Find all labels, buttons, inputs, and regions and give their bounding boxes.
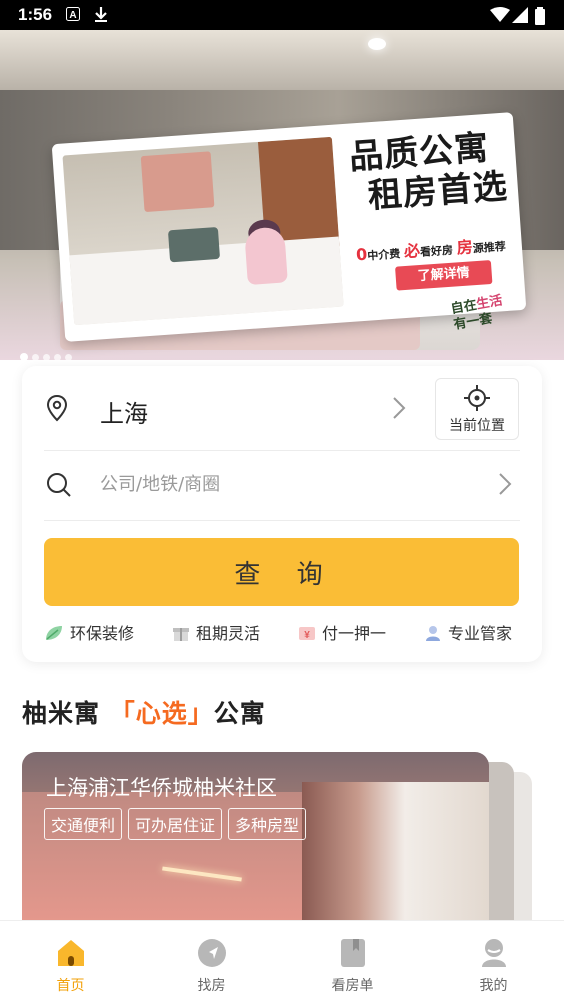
city-name[interactable]: 上海 [100, 394, 148, 429]
search-input[interactable] [100, 468, 480, 500]
current-location-button[interactable]: 当前位置 [435, 378, 519, 440]
promo-fang: 房 [456, 237, 474, 258]
banner-pagination [20, 346, 76, 360]
section-title-quote-close: 」 [187, 699, 214, 728]
promo-must: 必 [403, 240, 421, 262]
status-time: 1:56 [18, 5, 53, 24]
wifi-icon [490, 7, 510, 22]
apartment-tag: 可办居住证 [128, 808, 223, 840]
apartment-photo-curtain [302, 782, 489, 942]
chevron-right-icon [393, 397, 406, 419]
pagination-dot[interactable] [65, 354, 72, 360]
section-title: 柚米寓 「心选」公寓 [22, 694, 266, 730]
section-title-highlight: 心选 [135, 699, 188, 728]
search-row[interactable] [22, 450, 542, 520]
photo-pillow [167, 226, 221, 263]
money-icon: ¥ [299, 627, 315, 641]
nav-home[interactable]: 首页 [0, 921, 141, 1005]
feature-label: 专业管家 [448, 624, 513, 643]
status-bar: 1:56 A [0, 0, 564, 30]
photo-girl [244, 226, 288, 286]
apartment-title: 上海浦江华侨城柚米社区 [46, 776, 277, 800]
battery-icon [535, 7, 545, 25]
feature-label: 付一押一 [322, 624, 387, 643]
learn-more-button[interactable]: 了解详情 [395, 260, 493, 291]
bookmark-icon [341, 939, 365, 967]
feature-item: 专业管家 [424, 622, 512, 646]
banner-title: 品质公寓 租房首选 [348, 127, 509, 218]
crosshair-icon [464, 385, 490, 411]
keyboard-a-icon: A [66, 7, 80, 21]
banner-photo [62, 136, 344, 326]
home-icon [58, 940, 84, 966]
download-icon [95, 7, 107, 22]
feature-item: 租期灵活 [172, 622, 260, 646]
person-icon [426, 626, 440, 641]
apartment-card[interactable]: 上海浦江华侨城柚米社区 交通便利 可办居住证 多种房型 [22, 752, 489, 942]
navigate-icon [198, 939, 226, 967]
pagination-dot[interactable] [32, 354, 39, 360]
nav-find[interactable]: 找房 [141, 921, 282, 1005]
feature-list: 环保装修 租期灵活 ¥ 付一押一 专业管家 [44, 622, 524, 646]
slogan-part2: 生活 [475, 293, 504, 313]
promo-banner[interactable]: 品质公寓 租房首选 0中介费 必看好房 房源推荐 了解详情 自在生活 有一套 [0, 30, 564, 360]
location-pin-icon [46, 394, 68, 422]
nav-label: 首页 [56, 978, 85, 994]
query-button[interactable]: 查 询 [44, 538, 519, 606]
apartment-tag: 交通便利 [44, 808, 123, 840]
signal-icon [512, 7, 528, 23]
svg-text:¥: ¥ [304, 630, 310, 641]
section-title-prefix: 柚米寓 [22, 699, 101, 728]
svg-text:A: A [69, 10, 76, 21]
search-card: 上海 当前位置 查 询 环保装修 [22, 366, 542, 662]
pagination-dot[interactable] [20, 353, 28, 360]
feature-item: ¥ 付一押一 [298, 622, 386, 646]
feature-item: 环保装修 [44, 622, 134, 646]
nav-profile[interactable]: 我的 [423, 921, 564, 1005]
promo-good: 看好房 [419, 243, 454, 259]
divider [44, 520, 520, 521]
banner-ceiling [0, 30, 564, 90]
feature-label: 环保装修 [70, 624, 135, 643]
nav-label: 我的 [479, 978, 508, 994]
bottom-navigation: 首页 找房 看房单 我的 [0, 920, 564, 1005]
nav-viewing-list[interactable]: 看房单 [282, 921, 423, 1005]
leaf-icon [46, 626, 62, 640]
photo-wall-art [140, 151, 215, 213]
feature-label: 租期灵活 [196, 624, 261, 643]
chevron-right-icon [499, 473, 512, 495]
ceiling-light [368, 38, 386, 50]
apartment-tags: 交通便利 可办居住证 多种房型 [44, 808, 312, 840]
gift-icon [173, 628, 189, 641]
promo-recommend: 源推荐 [472, 239, 507, 256]
nav-label: 找房 [197, 978, 226, 994]
nav-label: 看房单 [331, 978, 374, 994]
current-location-label: 当前位置 [449, 418, 505, 434]
pagination-dot[interactable] [54, 354, 61, 360]
promo-fee: 中介费 [366, 247, 401, 263]
section-title-quote-open: 「 [109, 699, 136, 728]
promo-zero: 0 [355, 244, 368, 265]
city-selector[interactable]: 上海 当前位置 [22, 366, 542, 450]
profile-icon [482, 939, 506, 967]
apartment-tag: 多种房型 [228, 808, 307, 840]
pagination-dot[interactable] [43, 354, 50, 360]
section-title-suffix: 公寓 [213, 699, 266, 728]
search-icon [47, 473, 71, 497]
